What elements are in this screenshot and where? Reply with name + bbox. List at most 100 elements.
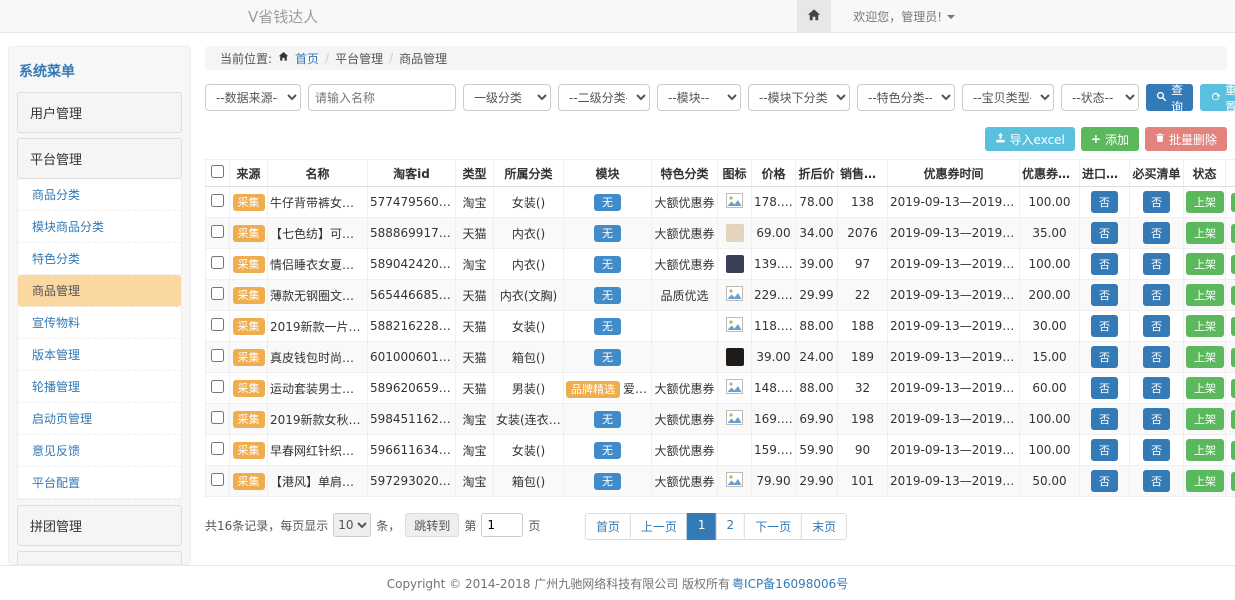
row-checkbox[interactable] <box>211 287 224 300</box>
must-buy-toggle-button[interactable]: 否 <box>1143 191 1170 213</box>
breadcrumb-home-link[interactable]: 首页 <box>295 50 319 67</box>
filter-select[interactable]: --宝贝类型-- <box>962 84 1054 111</box>
import-select-cell: 否 <box>1080 311 1130 342</box>
sidebar-item-平台配置[interactable]: 平台配置 <box>18 467 181 499</box>
filter-select[interactable]: --模块下分类-- <box>748 84 850 111</box>
filter-select[interactable]: --二级分类-- <box>558 84 650 111</box>
import-toggle-button[interactable]: 否 <box>1091 284 1118 306</box>
import-toggle-button[interactable]: 否 <box>1091 439 1118 461</box>
status-button[interactable]: 上架 <box>1186 470 1224 492</box>
name-search-input[interactable] <box>308 84 456 111</box>
filter-select[interactable]: --模块-- <box>657 84 741 111</box>
status-cell: 上架 <box>1184 187 1226 218</box>
sidebar-item-轮播管理[interactable]: 轮播管理 <box>18 371 181 403</box>
sidebar-group-拼团管理[interactable]: 拼团管理 <box>17 505 182 546</box>
discount-price-cell: 29.99 <box>796 280 838 311</box>
import-toggle-button[interactable]: 否 <box>1091 191 1118 213</box>
status-button[interactable]: 上架 <box>1186 315 1224 337</box>
must-buy-toggle-button[interactable]: 否 <box>1143 222 1170 244</box>
row-checkbox[interactable] <box>211 442 224 455</box>
import-toggle-button[interactable]: 否 <box>1091 377 1118 399</box>
page-button-首页[interactable]: 首页 <box>585 513 631 540</box>
filter-select[interactable]: --状态-- <box>1061 84 1139 111</box>
row-checkbox[interactable] <box>211 473 224 486</box>
status-button[interactable]: 上架 <box>1186 222 1224 244</box>
import-toggle-button[interactable]: 否 <box>1091 253 1118 275</box>
filter-select[interactable]: --特色分类-- <box>857 84 955 111</box>
icp-link[interactable]: 粤ICP备16098006号 <box>732 575 848 592</box>
column-header-来源: 来源 <box>230 160 268 187</box>
edit-button[interactable] <box>1231 348 1235 367</box>
row-checkbox[interactable] <box>211 318 224 331</box>
page-button-1[interactable]: 1 <box>687 513 717 540</box>
import-toggle-button[interactable]: 否 <box>1091 470 1118 492</box>
import-toggle-button[interactable]: 否 <box>1091 408 1118 430</box>
sidebar-item-特色分类[interactable]: 特色分类 <box>18 243 181 275</box>
user-menu[interactable]: 欢迎您，管理员! <box>853 8 955 25</box>
page-button-末页[interactable]: 末页 <box>801 513 847 540</box>
row-checkbox[interactable] <box>211 194 224 207</box>
must-buy-toggle-button[interactable]: 否 <box>1143 346 1170 368</box>
home-button[interactable] <box>797 0 831 33</box>
edit-button[interactable] <box>1231 317 1235 336</box>
import-toggle-button[interactable]: 否 <box>1091 346 1118 368</box>
edit-button[interactable] <box>1231 410 1235 429</box>
page-button-2[interactable]: 2 <box>716 513 746 540</box>
edit-button[interactable] <box>1231 441 1235 460</box>
edit-button[interactable] <box>1231 379 1235 398</box>
sidebar-item-意见反馈[interactable]: 意见反馈 <box>18 435 181 467</box>
status-button[interactable]: 上架 <box>1186 253 1224 275</box>
page-button-上一页[interactable]: 上一页 <box>630 513 688 540</box>
row-checkbox[interactable] <box>211 225 224 238</box>
taoke-id-cell: 565446685867 <box>368 280 456 311</box>
sidebar-item-商品管理[interactable]: 商品管理 <box>18 275 181 307</box>
must-buy-toggle-button[interactable]: 否 <box>1143 284 1170 306</box>
coupon-amount-cell: 30.00 <box>1020 311 1080 342</box>
reset-button[interactable]: 重置 <box>1200 84 1235 111</box>
batch-delete-button[interactable]: 批量删除 <box>1145 127 1227 151</box>
page-number-input[interactable] <box>481 513 523 537</box>
page-size-select[interactable]: 10 <box>333 513 371 537</box>
sidebar-item-宣传物料[interactable]: 宣传物料 <box>18 307 181 339</box>
must-buy-toggle-button[interactable]: 否 <box>1143 470 1170 492</box>
import-excel-button[interactable]: 导入excel <box>985 127 1075 151</box>
import-toggle-button[interactable]: 否 <box>1091 315 1118 337</box>
sidebar-group-省惠快报[interactable]: 省惠快报 <box>17 551 182 565</box>
import-toggle-button[interactable]: 否 <box>1091 222 1118 244</box>
row-checkbox[interactable] <box>211 256 224 269</box>
row-checkbox[interactable] <box>211 411 224 424</box>
status-button[interactable]: 上架 <box>1186 346 1224 368</box>
edit-button[interactable] <box>1231 255 1235 274</box>
edit-button[interactable] <box>1231 224 1235 243</box>
must-buy-toggle-button[interactable]: 否 <box>1143 439 1170 461</box>
status-button[interactable]: 上架 <box>1186 408 1224 430</box>
status-button[interactable]: 上架 <box>1186 191 1224 213</box>
edit-button[interactable] <box>1231 193 1235 212</box>
jump-button[interactable]: 跳转到 <box>405 513 459 537</box>
status-button[interactable]: 上架 <box>1186 439 1224 461</box>
status-button[interactable]: 上架 <box>1186 377 1224 399</box>
sidebar-item-模块商品分类[interactable]: 模块商品分类 <box>18 211 181 243</box>
search-button[interactable]: 查询 <box>1146 84 1193 111</box>
row-checkbox[interactable] <box>211 380 224 393</box>
page-button-下一页[interactable]: 下一页 <box>744 513 802 540</box>
sidebar-item-版本管理[interactable]: 版本管理 <box>18 339 181 371</box>
must-buy-toggle-button[interactable]: 否 <box>1143 253 1170 275</box>
edit-button[interactable] <box>1231 472 1235 491</box>
sidebar-item-启动页管理[interactable]: 启动页管理 <box>18 403 181 435</box>
edit-button[interactable] <box>1231 286 1235 305</box>
status-button[interactable]: 上架 <box>1186 284 1224 306</box>
status-cell: 上架 <box>1184 404 1226 435</box>
sidebar-item-商品分类[interactable]: 商品分类 <box>18 179 181 211</box>
sidebar-group-平台管理[interactable]: 平台管理 <box>17 138 182 179</box>
must-buy-toggle-button[interactable]: 否 <box>1143 377 1170 399</box>
module-text: 爱上运动 <box>623 382 652 396</box>
must-buy-toggle-button[interactable]: 否 <box>1143 315 1170 337</box>
row-checkbox[interactable] <box>211 349 224 362</box>
sidebar-group-用户管理[interactable]: 用户管理 <box>17 92 182 133</box>
filter-select[interactable]: 一级分类 <box>463 84 551 111</box>
select-all-checkbox[interactable] <box>211 165 224 178</box>
add-button[interactable]: + 添加 <box>1081 127 1139 151</box>
must-buy-toggle-button[interactable]: 否 <box>1143 408 1170 430</box>
filter-select[interactable]: --数据来源-- <box>205 84 301 111</box>
